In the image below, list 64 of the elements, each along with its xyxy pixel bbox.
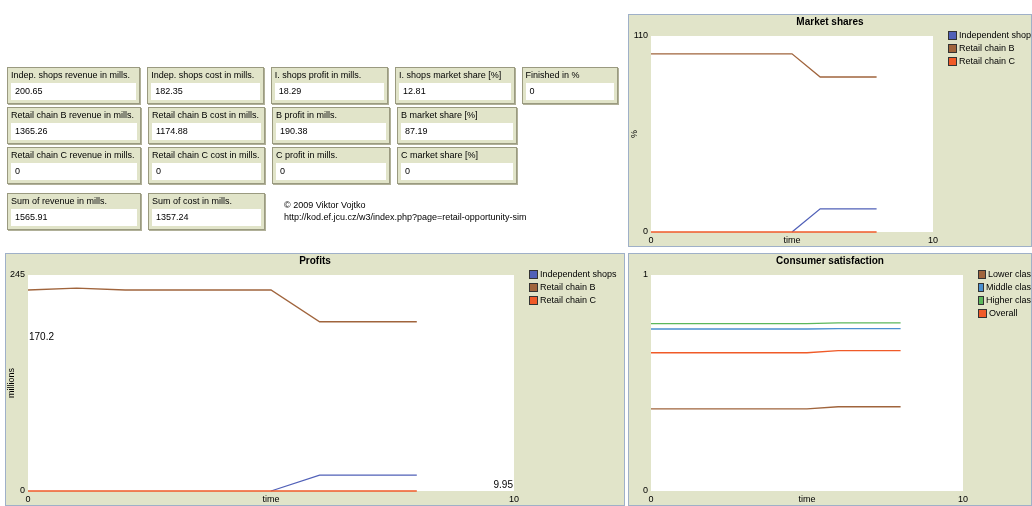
y-tick-label: 0 [643, 485, 648, 496]
y-tick-label: 110 [633, 30, 648, 41]
monitor-value: 1365.26 [11, 123, 137, 140]
monitor-value: 0 [276, 163, 386, 180]
legend-label: Retail chain C [959, 56, 1016, 67]
monitor-value: 190.38 [276, 123, 386, 140]
monitor-value: 200.65 [11, 83, 137, 100]
monitor-value: 12.81 [399, 83, 511, 100]
monitor-label: Retail chain C cost in mills. [152, 150, 261, 161]
x-axis-label: time [783, 235, 801, 245]
monitor-label: B profit in mills. [276, 110, 338, 121]
y-tick-label: 1 [643, 269, 648, 280]
x-tick-label: 0 [648, 494, 654, 504]
monitor-label: I. shops profit in mills. [274, 70, 363, 81]
x-tick-label: 10 [958, 494, 968, 504]
legend-label: Middle clas [985, 282, 1031, 293]
x-tick-label: 0 [648, 235, 654, 245]
x-axis-label: time [798, 494, 816, 504]
legend-label: Retail chain C [540, 295, 597, 306]
legend-label: Independent shops [540, 269, 617, 280]
monitor-label: Sum of revenue in mills. [11, 196, 109, 207]
x-tick-label: 10 [509, 494, 519, 504]
monitor-value: 0 [11, 163, 137, 180]
monitor-value: 0 [152, 163, 261, 180]
x-axis-label: time [262, 494, 280, 504]
plot-title: Consumer satisfaction [775, 254, 885, 267]
monitor-value: 1174.88 [152, 123, 261, 140]
y-tick-label: 245 [9, 269, 25, 280]
legend-label: Retail chain B [959, 43, 1015, 54]
x-tick-label: 10 [928, 235, 938, 245]
monitor-label: Indep. shops cost in mills. [151, 70, 256, 81]
monitor-value: 1565.91 [11, 209, 137, 226]
monitor-label: C profit in mills. [276, 150, 339, 161]
monitor-label: Finished in % [525, 70, 581, 81]
monitor-value: 0 [401, 163, 513, 180]
monitor-label: I. shops market share [%] [399, 70, 503, 81]
monitor-value: 87.19 [401, 123, 513, 140]
monitor-label: Indep. shops revenue in mills. [11, 70, 132, 81]
legend-label: Retail chain B [540, 282, 596, 293]
plot-title: Profits [298, 254, 332, 267]
legend-label: Higher clas [985, 295, 1031, 306]
legend-label: Lower clas [987, 269, 1031, 280]
monitor-value: 182.35 [151, 83, 260, 100]
y-tick-label: 0 [20, 485, 25, 496]
monitor-label: Retail chain B cost in mills. [152, 110, 261, 121]
y-tick-label: 0 [643, 226, 648, 237]
x-tick-label: 0 [25, 494, 31, 504]
y-axis-label: % [629, 130, 639, 138]
monitor-value: 18.29 [274, 83, 385, 100]
website-link[interactable]: http://kod.ef.jcu.cz/w3/index.php?page=retail-opportunity-sim [284, 211, 527, 223]
monitor-label: B market share [%] [401, 110, 479, 121]
plot-title: Market shares [795, 15, 865, 28]
y-axis-label: millions [6, 368, 16, 398]
monitor-label: Sum of cost in mills. [152, 196, 234, 207]
legend-label: Overall [989, 308, 1018, 319]
plot-label: 9.95 [493, 479, 513, 490]
monitor-label: Retail chain B revenue in mills. [11, 110, 136, 121]
monitor-label: C market share [%] [401, 150, 480, 161]
monitor-value: 0 [525, 83, 614, 100]
monitor-label: Retail chain C revenue in mills. [11, 150, 136, 161]
plot-label: 170.2 [29, 330, 55, 342]
monitor-value: 1357.24 [152, 209, 261, 226]
copyright-text: © 2009 Viktor Vojtko [284, 199, 367, 211]
legend-label: Independent shop [958, 30, 1031, 41]
